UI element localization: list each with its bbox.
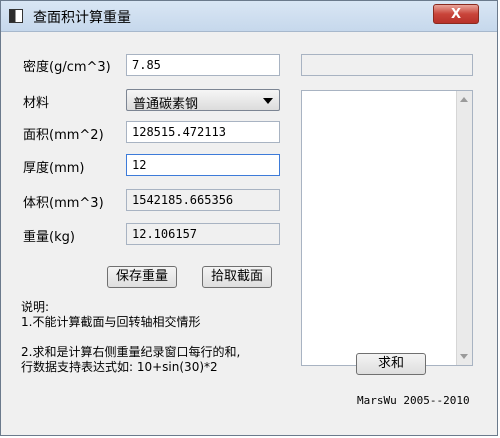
pick-section-button[interactable]: 拾取截面	[202, 266, 272, 288]
client-area: 密度(g/cm^3) 7.85 材料 普通碳素钢 面积(mm^2) 128515…	[9, 32, 491, 428]
notes-line-2: 2.求和是计算右侧重量纪录窗口每行的和,	[21, 345, 241, 359]
chevron-down-icon	[263, 98, 273, 104]
notes-line-3: 行数据支持表达式如: 10+sin(30)*2	[21, 360, 218, 374]
scroll-down-icon[interactable]	[460, 354, 468, 359]
vertical-scrollbar[interactable]	[456, 91, 472, 365]
scroll-up-icon[interactable]	[460, 97, 468, 102]
material-dropdown[interactable]: 普通碳素钢	[126, 89, 280, 112]
title-bar: 查面积计算重量 X	[1, 1, 497, 32]
close-button[interactable]: X	[433, 4, 479, 24]
top-right-readonly-field[interactable]	[301, 54, 473, 76]
notes-line-1: 1.不能计算截面与回转轴相交情形	[21, 315, 201, 329]
volume-label: 体积(mm^3)	[23, 196, 104, 211]
density-field[interactable]: 7.85	[126, 54, 280, 76]
sum-button[interactable]: 求和	[356, 353, 426, 375]
credit-text: MarsWu 2005--2010	[357, 394, 470, 407]
area-field[interactable]: 128515.472113	[126, 121, 280, 143]
weight-record-textarea[interactable]	[301, 90, 473, 366]
weight-field[interactable]: 12.106157	[126, 223, 280, 245]
thickness-label: 厚度(mm)	[23, 161, 85, 176]
save-weight-button[interactable]: 保存重量	[107, 266, 177, 288]
weight-label: 重量(kg)	[23, 230, 75, 245]
app-icon	[9, 9, 23, 23]
notes-title: 说明:	[21, 300, 50, 314]
app-window: 查面积计算重量 X 密度(g/cm^3) 7.85 材料 普通碳素钢 面积(mm…	[0, 0, 498, 436]
area-label: 面积(mm^2)	[23, 128, 104, 143]
thickness-field[interactable]: 12	[126, 154, 280, 176]
material-dropdown-value: 普通碳素钢	[133, 97, 199, 112]
window-title: 查面积计算重量	[33, 10, 131, 26]
volume-field[interactable]: 1542185.665356	[126, 189, 280, 211]
density-label: 密度(g/cm^3)	[23, 60, 111, 75]
material-label: 材料	[23, 96, 50, 111]
